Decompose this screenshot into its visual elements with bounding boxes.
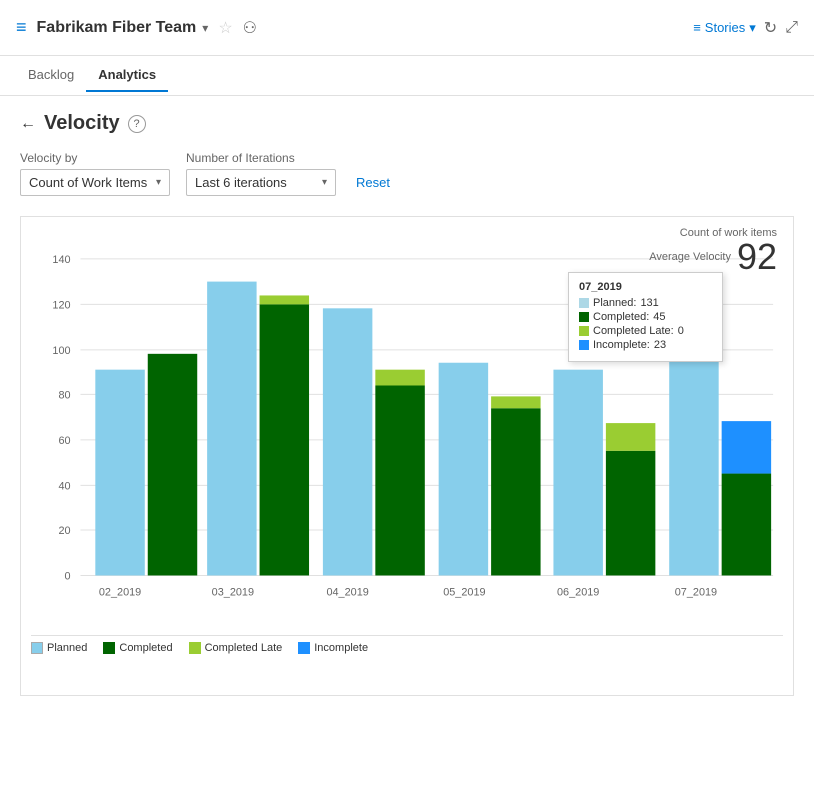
iterations-value: Last 6 iterations [195,175,287,190]
legend-incomplete: Incomplete [298,642,368,654]
svg-text:03_2019: 03_2019 [212,586,254,598]
tooltip-incomplete-label: Incomplete: [593,339,650,351]
tooltip-planned-row: Planned: 131 [579,297,712,309]
legend-planned-swatch [31,642,43,654]
page-title-row: ← Velocity ? [20,112,794,135]
app-header: ≡ Fabrikam Fiber Team ▾ ☆ ⚇ ≡ Stories ▾ … [0,0,814,56]
page-title: Velocity [44,112,120,135]
stories-chevron-icon: ▾ [749,20,756,36]
svg-text:07_2019: 07_2019 [675,586,717,598]
tooltip-incomplete-swatch [579,340,589,350]
header-actions: ≡ Stories ▾ ↻ ⤢ [693,18,798,38]
velocity-by-value: Count of Work Items [29,175,147,190]
svg-text:140: 140 [52,254,70,266]
svg-text:60: 60 [58,435,70,447]
legend-completed-swatch [103,642,115,654]
svg-text:20: 20 [58,525,70,537]
avg-label: Average Velocity [649,251,731,263]
legend-completed-late-label: Completed Late [205,642,283,654]
svg-text:40: 40 [58,480,70,492]
legend-completed: Completed [103,642,172,654]
legend-planned-label: Planned [47,642,87,654]
tab-backlog[interactable]: Backlog [16,59,86,92]
svg-text:04_2019: 04_2019 [326,586,368,598]
velocity-by-filter: Velocity by Count of Work Items ▾ [20,151,170,196]
bar-03-completed-late[interactable] [260,295,309,304]
stories-icon: ≡ [693,20,701,35]
bar-04-planned[interactable] [323,308,372,575]
velocity-by-select[interactable]: Count of Work Items ▾ [20,169,170,196]
legend-incomplete-swatch [298,642,310,654]
bar-05-completed-late[interactable] [491,396,540,408]
tooltip-planned-value: 131 [640,297,658,309]
reset-button[interactable]: Reset [352,169,394,196]
legend-incomplete-label: Incomplete [314,642,368,654]
iterations-filter: Number of Iterations Last 6 iterations ▾ [186,151,336,196]
bar-06-completed[interactable] [606,451,655,576]
iterations-label: Number of Iterations [186,151,336,165]
svg-text:0: 0 [65,570,71,582]
tooltip-completed-late-swatch [579,326,589,336]
tooltip-completed-late-label: Completed Late: [593,325,674,337]
bar-02-completed[interactable] [148,354,197,576]
app-icon: ≡ [16,17,27,38]
svg-text:100: 100 [52,345,70,357]
tooltip: 07_2019 Planned: 131 Completed: 45 Compl… [568,272,723,362]
legend-planned: Planned [31,642,87,654]
svg-text:80: 80 [58,389,70,401]
tooltip-completed-late-row: Completed Late: 0 [579,325,712,337]
bar-06-completed-late[interactable] [606,423,655,451]
tooltip-incomplete-value: 23 [654,339,666,351]
help-icon[interactable]: ? [128,115,146,133]
tooltip-completed-row: Completed: 45 [579,311,712,323]
legend-completed-label: Completed [119,642,172,654]
velocity-value: 92 [737,239,777,275]
tooltip-completed-value: 45 [653,311,665,323]
iterations-select[interactable]: Last 6 iterations ▾ [186,169,336,196]
bar-03-planned[interactable] [207,282,256,576]
filters-row: Velocity by Count of Work Items ▾ Number… [20,151,794,196]
legend-completed-late: Completed Late [189,642,283,654]
velocity-by-label: Velocity by [20,151,170,165]
bar-02-planned[interactable] [95,370,144,576]
refresh-button[interactable]: ↻ [764,18,777,38]
chart-container: Count of work items Average Velocity 92 … [20,216,794,696]
stories-label: Stories [705,20,745,35]
tooltip-planned-label: Planned: [593,297,636,309]
bar-05-planned[interactable] [439,363,488,576]
team-name: Fabrikam Fiber Team [37,19,197,37]
back-button[interactable]: ← [20,115,36,133]
bar-04-completed[interactable] [375,385,424,575]
bar-03-completed[interactable] [260,304,309,575]
page-content: ← Velocity ? Velocity by Count of Work I… [0,96,814,712]
svg-text:05_2019: 05_2019 [443,586,485,598]
svg-text:06_2019: 06_2019 [557,586,599,598]
bar-06-planned[interactable] [553,370,602,576]
velocity-summary: Count of work items Average Velocity 92 [649,227,777,275]
chart-legend: Planned Completed Completed Late Incompl… [31,635,783,654]
legend-completed-late-swatch [189,642,201,654]
tab-analytics[interactable]: Analytics [86,59,168,92]
stories-button[interactable]: ≡ Stories ▾ [693,20,756,36]
tooltip-completed-late-value: 0 [678,325,684,337]
bar-05-completed[interactable] [491,408,540,575]
team-chevron-icon[interactable]: ▾ [202,21,208,35]
bar-07-incomplete[interactable] [722,421,771,473]
svg-text:02_2019: 02_2019 [99,586,141,598]
team-icon[interactable]: ⚇ [243,18,257,38]
tooltip-completed-swatch [579,312,589,322]
bar-04-completed-late[interactable] [375,370,424,386]
expand-button[interactable]: ⤢ [785,19,798,37]
nav-tabs: Backlog Analytics [0,56,814,96]
tooltip-title: 07_2019 [579,281,712,293]
tooltip-completed-label: Completed: [593,311,649,323]
tooltip-planned-swatch [579,298,589,308]
velocity-by-chevron-icon: ▾ [156,177,161,188]
favorite-icon[interactable]: ☆ [218,18,232,38]
bar-07-completed[interactable] [722,474,771,576]
iterations-chevron-icon: ▾ [322,177,327,188]
tooltip-incomplete-row: Incomplete: 23 [579,339,712,351]
svg-text:120: 120 [52,299,70,311]
